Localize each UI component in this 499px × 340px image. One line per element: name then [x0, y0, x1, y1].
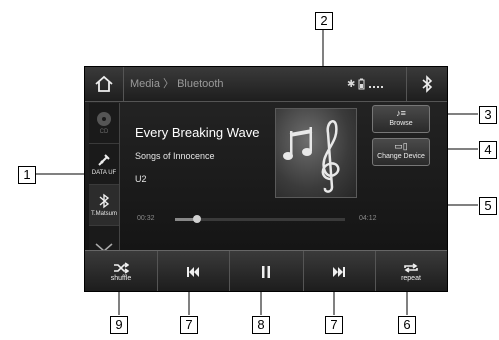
- callout-2: 2: [315, 12, 333, 30]
- repeat-label: repeat: [401, 274, 421, 282]
- callout-6: 6: [398, 316, 416, 334]
- previous-track-button[interactable]: [157, 251, 230, 291]
- bluetooth-icon: [99, 193, 110, 209]
- callout-3: 3: [479, 106, 497, 124]
- bluetooth-status-icon: ✱: [347, 78, 356, 90]
- total-time: 04:12: [359, 215, 377, 222]
- browse-button[interactable]: ♪≡ Browse: [372, 105, 430, 133]
- status-icons: ✱: [347, 75, 403, 93]
- track-title: Every Breaking Wave: [135, 125, 260, 140]
- battery-icon: [358, 78, 365, 90]
- usb-icon: [98, 154, 110, 166]
- next-track-button[interactable]: [303, 251, 376, 291]
- shuffle-label: shuffle: [110, 274, 132, 282]
- track-artist: U2: [135, 174, 147, 184]
- pause-icon: [262, 265, 270, 278]
- breadcrumb: Media 〉 Bluetooth: [130, 78, 224, 90]
- home-icon: [95, 75, 113, 92]
- skip-forward-icon: [333, 266, 345, 277]
- playback-controls: shuffle repeat: [85, 250, 447, 291]
- callout-5: 5: [479, 197, 497, 215]
- signal-icon: [369, 86, 384, 88]
- callout-4: 4: [479, 141, 497, 159]
- browse-label: Browse: [389, 120, 413, 127]
- source-label: CD: [99, 129, 109, 135]
- elapsed-time: 00:32: [137, 215, 155, 222]
- callout-7-previous: 7: [180, 316, 198, 334]
- home-button[interactable]: [85, 67, 124, 101]
- media-screen: Media 〉 Bluetooth ✱ CD DATA UF T.Matsum …: [84, 66, 448, 292]
- source-label: DATA UF: [91, 170, 117, 176]
- header-bar: Media 〉 Bluetooth ✱: [85, 67, 447, 102]
- music-notes-icon: [283, 120, 340, 193]
- change-device-label: Change Device: [377, 153, 425, 160]
- skip-back-icon: [187, 266, 199, 277]
- bluetooth-settings-button[interactable]: [406, 67, 447, 101]
- progress-knob[interactable]: [192, 215, 201, 223]
- bluetooth-icon: [422, 75, 433, 93]
- disc-icon: [97, 112, 111, 126]
- source-item-cd[interactable]: CD: [89, 103, 119, 144]
- callout-7-next: 7: [325, 316, 343, 334]
- source-item-usb[interactable]: DATA UF: [89, 144, 119, 185]
- change-device-button[interactable]: ▭▯ Change Device: [372, 138, 430, 166]
- track-album: Songs of Innocence: [135, 151, 215, 161]
- callout-1: 1: [18, 166, 36, 184]
- progress-bar[interactable]: [175, 215, 345, 223]
- album-art: [275, 108, 357, 198]
- callout-8: 8: [252, 316, 270, 334]
- shuffle-button[interactable]: shuffle: [85, 251, 158, 291]
- list-icon: ♪≡: [396, 108, 406, 118]
- repeat-icon: [404, 262, 418, 273]
- devices-icon: ▭▯: [394, 141, 408, 151]
- callout-9: 9: [110, 316, 128, 334]
- source-item-bluetooth[interactable]: T.Matsum: [89, 185, 119, 226]
- source-label: T.Matsum: [90, 211, 117, 217]
- shuffle-icon: [114, 261, 129, 274]
- pause-button[interactable]: [229, 251, 304, 291]
- repeat-button[interactable]: repeat: [375, 251, 447, 291]
